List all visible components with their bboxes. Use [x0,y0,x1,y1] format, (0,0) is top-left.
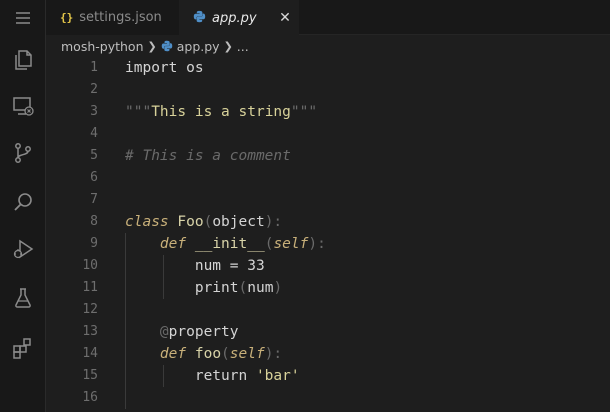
code-token: ): [264,346,283,362]
code-line[interactable]: 15 return 'bar' [46,365,610,387]
breadcrumb-file[interactable]: app.py [161,39,220,54]
code-token: import os [125,60,204,76]
code-text: def __init__(self): [125,233,326,255]
code-token: ): [264,214,283,230]
line-number: 3 [90,104,98,119]
code-line[interactable]: 6 [46,167,610,189]
python-icon [193,10,206,27]
line-number: 8 [90,214,98,229]
code-line[interactable]: 12 [46,299,610,321]
activity-bar [0,0,46,412]
code-token: ( [221,346,230,362]
code-line[interactable]: 11 print(num) [46,277,610,299]
line-number: 6 [90,170,98,185]
code-text: @property [125,321,239,343]
code-text: def foo(self): [125,343,282,365]
menu-icon[interactable] [0,0,46,36]
code-token: """ [125,104,152,120]
code-text: import os [125,57,204,79]
chevron-right-icon: ❯ [223,39,233,53]
run-debug-icon[interactable] [0,229,46,269]
code-token: foo [186,346,222,362]
code-text: num = 33 [125,255,265,277]
line-number: 7 [90,192,98,207]
python-icon [161,40,173,52]
code-token: def [159,236,187,252]
code-token: self [273,236,309,252]
tab-bar: {} settings.json app.py ✕ [46,0,610,35]
code-token: """ [290,104,318,120]
code-editor[interactable]: 1 import os 2 3 """This is a string""" 4 5 # Th… [46,57,610,412]
line-number: 2 [90,82,98,97]
line-number: 11 [82,280,98,295]
code-token: ) [273,280,283,296]
code-line[interactable]: 14 def foo(self): [46,343,610,365]
code-line[interactable]: 4 [46,123,610,145]
tab-settings-json[interactable]: {} settings.json [46,0,179,35]
close-icon[interactable]: ✕ [277,10,293,26]
breadcrumb-folder[interactable]: mosh-python [61,39,144,54]
code-text: """This is a string""" [125,101,317,123]
testing-icon[interactable] [0,278,46,318]
code-token: num = 33 [125,258,265,274]
code-token: This is a string [151,104,291,120]
breadcrumb-file-label: app.py [176,38,220,54]
code-token: ( [238,280,248,296]
code-token: property [168,324,239,340]
code-line[interactable]: 1 import os [46,57,610,79]
line-number: 4 [90,126,98,141]
source-control-icon[interactable] [0,133,46,173]
code-line[interactable]: 3 """This is a string""" [46,101,610,123]
code-token: @ [159,324,169,340]
code-line[interactable]: 8 class Foo(object): [46,211,610,233]
breadcrumb: mosh-python ❯ app.py ❯ ... [46,35,610,57]
line-number: 15 [82,368,98,383]
extensions-icon[interactable] [0,328,46,368]
tab-label: app.py [212,10,257,26]
remote-explorer-icon[interactable] [0,86,46,126]
code-line[interactable]: 5 # This is a comment [46,145,610,167]
code-text: # This is a comment [125,145,291,167]
line-number: 9 [90,236,98,251]
explorer-icon[interactable] [0,40,46,80]
code-text: class Foo(object): [125,211,282,233]
code-text: return 'bar' [125,365,300,387]
code-token: return [125,368,256,384]
code-token: print [125,280,239,296]
code-line[interactable]: 9 def __init__(self): [46,233,610,255]
json-icon: {} [60,11,74,24]
code-token: num [247,280,274,296]
code-token: 'bar' [255,368,300,384]
code-line[interactable]: 2 [46,79,610,101]
code-token: object [212,214,265,230]
chevron-right-icon: ❯ [147,39,157,53]
code-line[interactable]: 10 num = 33 [46,255,610,277]
line-number: 13 [82,324,98,339]
line-number: 10 [82,258,98,273]
code-token: self [229,346,265,362]
code-token: # This is a comment [125,148,291,164]
line-number: 12 [82,302,98,317]
line-number: 14 [82,346,98,361]
code-token: class [125,214,169,230]
code-token: def [159,346,187,362]
line-number: 5 [90,148,98,163]
line-number: 1 [90,60,98,75]
line-number: 16 [82,390,98,405]
code-line[interactable]: 7 [46,189,610,211]
code-token: Foo [168,214,204,230]
code-line[interactable]: 13 @property [46,321,610,343]
code-token: __init__ [186,236,265,252]
code-text: print(num) [125,277,282,299]
code-token: ( [203,214,213,230]
tab-app-py[interactable]: app.py ✕ [179,0,299,35]
code-line[interactable]: 16 [46,387,610,409]
breadcrumb-symbol[interactable]: ... [237,39,249,54]
code-token: ): [308,236,326,252]
tab-label: settings.json [79,10,162,25]
search-icon[interactable] [0,182,46,222]
